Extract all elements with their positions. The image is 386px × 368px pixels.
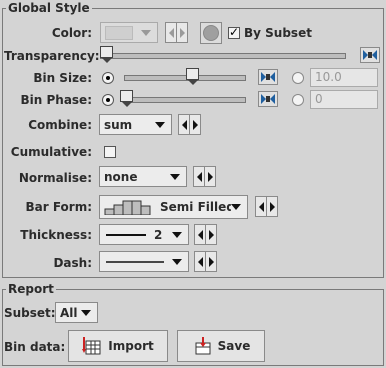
dash-combo[interactable] [99, 251, 189, 272]
transparency-label: Transparency: [4, 49, 100, 63]
combine-stepper[interactable] [178, 114, 201, 135]
next-icon[interactable] [205, 225, 216, 244]
subset-combo[interactable]: All [55, 302, 98, 323]
bin-size-reset-button[interactable] [258, 69, 278, 85]
reset-arrows-icon [261, 72, 275, 82]
chevron-down-icon [172, 258, 182, 265]
bin-size-slider-thumb[interactable] [186, 68, 199, 85]
bin-phase-input[interactable]: 0 [310, 90, 378, 109]
bin-size-slider-radio[interactable] [102, 72, 114, 84]
bar-form-value: Semi Filled [160, 200, 231, 214]
transparency-slider[interactable] [100, 53, 346, 59]
next-icon[interactable] [266, 197, 277, 216]
thickness-value: 2 [154, 227, 163, 242]
reset-arrows-icon [363, 50, 377, 60]
previous-icon[interactable] [166, 23, 176, 42]
cumulative-checkbox[interactable] [104, 146, 116, 158]
bin-size-input[interactable]: 10.0 [310, 68, 378, 87]
import-table-icon [82, 337, 101, 355]
import-button-label: Import [108, 339, 154, 353]
bin-data-label: Bin data: [4, 340, 66, 354]
bin-phase-slider-radio[interactable] [102, 94, 114, 106]
bin-size-slider[interactable] [124, 75, 246, 81]
transparency-reset-button[interactable] [360, 47, 380, 63]
bar-form-label: Bar Form: [25, 200, 92, 214]
color-swatch [105, 25, 141, 40]
color-stepper[interactable] [165, 22, 188, 43]
bin-phase-label: Bin Phase: [20, 93, 93, 107]
report-title: Report [6, 282, 56, 296]
chevron-down-icon [172, 231, 182, 238]
previous-icon[interactable] [194, 167, 204, 186]
next-icon[interactable] [176, 23, 187, 42]
thickness-stepper[interactable] [194, 224, 217, 245]
normalise-combo[interactable]: none [99, 166, 187, 187]
save-button[interactable]: Save [177, 330, 265, 362]
global-style-title: Global Style [6, 1, 92, 15]
color-label: Color: [51, 26, 92, 40]
by-subset-checkbox[interactable] [228, 25, 240, 39]
bar-form-stepper[interactable] [255, 196, 278, 217]
save-button-label: Save [217, 339, 251, 353]
chevron-down-icon [155, 121, 165, 128]
transparency-slider-thumb[interactable] [100, 46, 113, 63]
color-circle-icon [203, 25, 219, 41]
next-icon[interactable] [189, 115, 200, 134]
previous-icon[interactable] [256, 197, 266, 216]
chevron-down-icon [141, 29, 151, 36]
bin-phase-text-radio[interactable] [292, 94, 304, 106]
bin-phase-slider[interactable] [124, 97, 246, 103]
normalise-value: none [104, 169, 138, 184]
import-button[interactable]: Import [68, 330, 168, 362]
subset-value: All [60, 305, 78, 320]
dash-label: Dash: [53, 256, 92, 270]
normalise-stepper[interactable] [193, 166, 216, 187]
color-combo[interactable] [100, 22, 158, 43]
combine-value: sum [104, 117, 133, 132]
thickness-label: Thickness: [20, 228, 92, 242]
combine-label: Combine: [28, 118, 92, 132]
subset-label: Subset: [4, 306, 56, 320]
chevron-down-icon [170, 173, 180, 180]
by-subset-label: By Subset [244, 26, 312, 40]
semi-filled-bars-icon [104, 200, 151, 215]
bin-size-label: Bin Size: [33, 71, 92, 85]
thickness-combo[interactable]: 2 [99, 224, 189, 245]
previous-icon[interactable] [179, 115, 189, 134]
bin-phase-slider-thumb[interactable] [120, 90, 133, 107]
chevron-down-icon [81, 309, 91, 316]
next-icon[interactable] [204, 167, 215, 186]
reset-arrows-icon [261, 94, 275, 104]
chevron-down-icon [231, 204, 241, 210]
cumulative-label: Cumulative: [10, 145, 92, 159]
dash-stepper[interactable] [194, 251, 217, 272]
bin-phase-reset-button[interactable] [258, 91, 278, 107]
previous-icon[interactable] [195, 225, 205, 244]
bin-size-text-radio[interactable] [292, 72, 304, 84]
color-chooser-button[interactable] [200, 22, 222, 44]
bar-form-combo[interactable]: Semi Filled [99, 195, 248, 219]
save-table-icon [195, 337, 211, 355]
next-icon[interactable] [205, 252, 216, 271]
line-sample-icon [106, 233, 146, 236]
normalise-label: Normalise: [18, 171, 92, 185]
solid-line-icon [106, 260, 164, 263]
previous-icon[interactable] [195, 252, 205, 271]
combine-combo[interactable]: sum [99, 114, 172, 135]
